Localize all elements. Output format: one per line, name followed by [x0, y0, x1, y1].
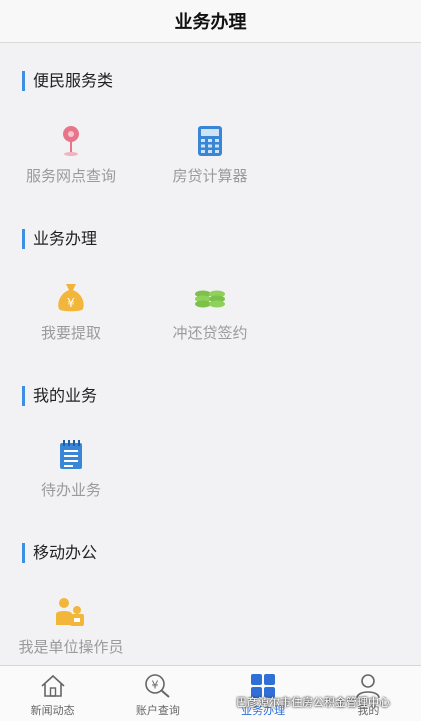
bottom-tab-bar: 新闻动态 ¥ 账户查询 业务办理 我的	[0, 665, 421, 721]
tile-label: 我要提取	[40, 324, 101, 342]
tile-label: 待办业务	[40, 481, 101, 499]
location-pin-icon	[54, 125, 88, 157]
section-title-business: 业务办理	[22, 229, 97, 249]
tile-pending-business[interactable]: 待办业务	[7, 439, 135, 503]
section-title-my-business: 我的业务	[22, 386, 97, 406]
tile-withdraw[interactable]: ¥ 我要提取	[7, 282, 135, 346]
tile-label: 服务网点查询	[25, 167, 116, 185]
page-title: 业务办理	[174, 12, 247, 33]
tile-mortgage-calculator[interactable]: 房贷计算器	[146, 125, 274, 189]
tile-service-outlet-search[interactable]: 服务网点查询	[7, 125, 135, 189]
tile-label: 我是单位操作员	[18, 638, 124, 656]
page-header: 业务办理	[0, 0, 421, 43]
tab-label: 账户查询	[135, 704, 180, 717]
notepad-icon	[54, 439, 88, 471]
money-bag-icon: ¥	[54, 282, 88, 314]
coin-stack-icon	[193, 282, 227, 314]
tab-news[interactable]: 新闻动态	[0, 666, 105, 721]
tile-label: 冲还贷签约	[172, 324, 248, 342]
home-icon	[39, 672, 67, 700]
section-title-mobile-office: 移动办公	[22, 543, 97, 563]
tile-unit-operator[interactable]: 我是单位操作员	[7, 596, 135, 660]
operator-icon	[54, 596, 88, 628]
section-title-convenience: 便民服务类	[22, 71, 113, 91]
svg-text:¥: ¥	[151, 679, 158, 692]
tab-label: 新闻动态	[30, 704, 75, 717]
svg-text:¥: ¥	[67, 296, 75, 310]
calculator-icon	[193, 125, 227, 157]
tile-repayment-signing[interactable]: 冲还贷签约	[146, 282, 274, 346]
tab-account-query[interactable]: ¥ 账户查询	[105, 666, 210, 721]
tile-label: 房贷计算器	[172, 167, 248, 185]
yuan-search-icon: ¥	[144, 672, 172, 700]
watermark-text: 巴彦淖尔市住房公积金管理中心	[236, 696, 390, 709]
